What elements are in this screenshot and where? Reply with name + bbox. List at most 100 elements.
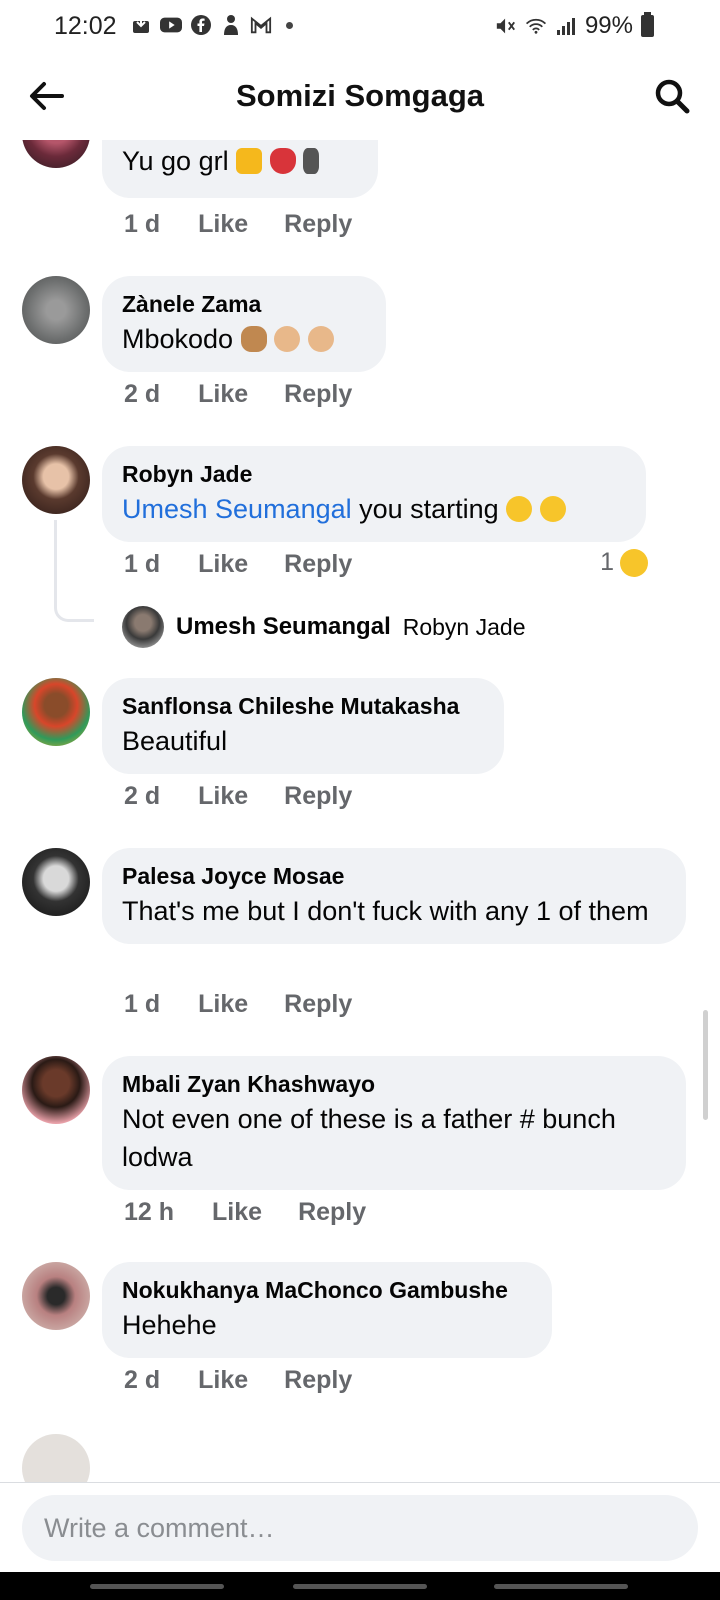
teams-icon	[220, 14, 242, 36]
thumbs-up-emoji	[236, 148, 263, 174]
search-button[interactable]	[650, 74, 694, 118]
comment-bubble[interactable]: Robyn Jade Umesh Seumangal you starting	[102, 446, 646, 542]
reaction-count: 1	[600, 548, 614, 576]
comment-actions: 1 d Like Reply	[124, 210, 352, 239]
mute-icon	[495, 15, 517, 37]
app-header: Somizi Somgaga	[0, 56, 720, 136]
comment-text: Hehehe	[122, 1310, 217, 1340]
comment-time: 1 d	[124, 550, 161, 578]
reply-text: Robyn Jade	[402, 613, 526, 640]
comment-actions: 12 h Like Reply	[124, 1198, 366, 1227]
scrollbar[interactable]	[703, 1010, 708, 1120]
like-button[interactable]: Like	[198, 782, 248, 811]
like-button[interactable]: Like	[212, 1198, 262, 1227]
comment-author[interactable]: Zànele Zama	[122, 288, 366, 320]
reply-button[interactable]: Reply	[284, 210, 352, 239]
wifi-icon	[525, 15, 547, 37]
youtube-icon	[160, 14, 182, 36]
avatar[interactable]	[22, 1262, 90, 1330]
facebook-icon	[190, 14, 212, 36]
like-button[interactable]: Like	[198, 550, 248, 579]
comment-actions: 1 d Like Reply	[124, 990, 352, 1019]
nav-recents[interactable]	[90, 1584, 224, 1589]
search-icon	[655, 79, 690, 114]
avatar[interactable]	[22, 276, 90, 344]
comment-text: Yu go grl	[122, 142, 358, 180]
comment-time: 1 d	[124, 210, 161, 238]
comment-time: 12 h	[124, 1198, 175, 1226]
laughing-emoji	[620, 548, 648, 577]
comment-text: That's me but I don't fuck with any 1 of…	[122, 896, 649, 926]
battery-percent: 99%	[584, 12, 633, 39]
comment-bubble[interactable]: Nokukhanya MaChonco Gambushe Hehehe	[102, 1262, 552, 1358]
comment-bubble[interactable]: Mbali Zyan Khashwayo Not even one of the…	[102, 1056, 686, 1190]
thread-line	[54, 520, 94, 622]
comment-text: Umesh Seumangal you starting	[122, 490, 626, 528]
comment-time: 2 d	[124, 380, 161, 408]
comment-time: 2 d	[124, 1366, 161, 1394]
avatar[interactable]	[22, 1434, 90, 1482]
rofl-emoji	[539, 496, 566, 522]
notification-icons	[130, 14, 293, 36]
comment-text: Beautiful	[122, 726, 228, 756]
reply-button[interactable]: Reply	[284, 550, 352, 579]
comment-time: 1 d	[124, 990, 161, 1018]
reply-button[interactable]: Reply	[298, 1198, 366, 1227]
raised-hands-emoji	[240, 326, 267, 352]
like-button[interactable]: Like	[198, 210, 248, 239]
rofl-emoji	[506, 496, 533, 522]
like-button[interactable]: Like	[198, 1366, 248, 1395]
comment-input[interactable]	[22, 1495, 698, 1561]
comment-text: Not even one of these is a father # bunc…	[122, 1104, 616, 1172]
comment-bubble[interactable]: Yu go grl	[102, 140, 378, 198]
comment-list[interactable]: Yu go grl 1 d Like Reply Zànele Zama Mbo…	[0, 140, 720, 1482]
dot-icon	[286, 21, 293, 29]
dancer-emoji	[269, 148, 296, 174]
comment-author[interactable]: Mbali Zyan Khashwayo	[122, 1068, 666, 1100]
man-dancing-emoji	[303, 148, 320, 174]
system-icons: 99%	[495, 12, 654, 40]
comment-author[interactable]: Nokukhanya MaChonco Gambushe	[122, 1274, 532, 1306]
clapping-emoji	[307, 326, 334, 352]
battery-icon	[641, 12, 654, 37]
reply-button[interactable]: Reply	[284, 990, 352, 1019]
clapping-emoji	[274, 326, 301, 352]
gmail-icon	[250, 14, 272, 36]
comment-composer	[0, 1482, 720, 1572]
comment-actions: 1 d Like Reply	[124, 550, 352, 579]
avatar[interactable]	[22, 446, 90, 514]
signal-icon	[555, 15, 577, 37]
avatar[interactable]	[22, 678, 90, 746]
reply-button[interactable]: Reply	[284, 1366, 352, 1395]
comment-actions: 2 d Like Reply	[124, 782, 352, 811]
page-title: Somizi Somgaga	[235, 78, 485, 113]
comment-time: 2 d	[124, 782, 161, 810]
comment-author[interactable]: Sanflonsa Chileshe Mutakasha	[122, 690, 484, 722]
reply-button[interactable]: Reply	[284, 380, 352, 409]
comment-author[interactable]: Robyn Jade	[122, 458, 626, 490]
system-nav-bar	[0, 1572, 720, 1600]
like-button[interactable]: Like	[198, 380, 248, 409]
comment-actions: 2 d Like Reply	[124, 380, 352, 409]
comment-bubble[interactable]: Zànele Zama Mbokodo	[102, 276, 386, 372]
nav-back[interactable]	[494, 1584, 628, 1589]
mention-link[interactable]: Umesh Seumangal	[122, 494, 352, 524]
comment-author[interactable]: Palesa Joyce Mosae	[122, 860, 666, 892]
reply-avatar	[122, 606, 164, 648]
reply-preview[interactable]: Umesh Seumangal Robyn Jade	[122, 606, 525, 648]
nav-home[interactable]	[293, 1584, 427, 1589]
comment-bubble[interactable]: Sanflonsa Chileshe Mutakasha Beautiful	[102, 678, 504, 774]
comment-bubble[interactable]: Palesa Joyce Mosae That's me but I don't…	[102, 848, 686, 944]
download-icon	[130, 14, 152, 36]
reaction-summary[interactable]: 1	[600, 548, 648, 577]
like-button[interactable]: Like	[198, 990, 248, 1019]
status-time: 12:02	[54, 12, 117, 40]
avatar[interactable]	[22, 848, 90, 916]
comment-actions: 2 d Like Reply	[124, 1366, 352, 1395]
avatar[interactable]	[22, 1056, 90, 1124]
reply-author: Umesh Seumangal	[176, 613, 391, 640]
status-bar: 12:02 99%	[0, 0, 720, 54]
comment-text: Mbokodo	[122, 320, 366, 358]
reply-button[interactable]: Reply	[284, 782, 352, 811]
avatar[interactable]	[22, 140, 90, 168]
